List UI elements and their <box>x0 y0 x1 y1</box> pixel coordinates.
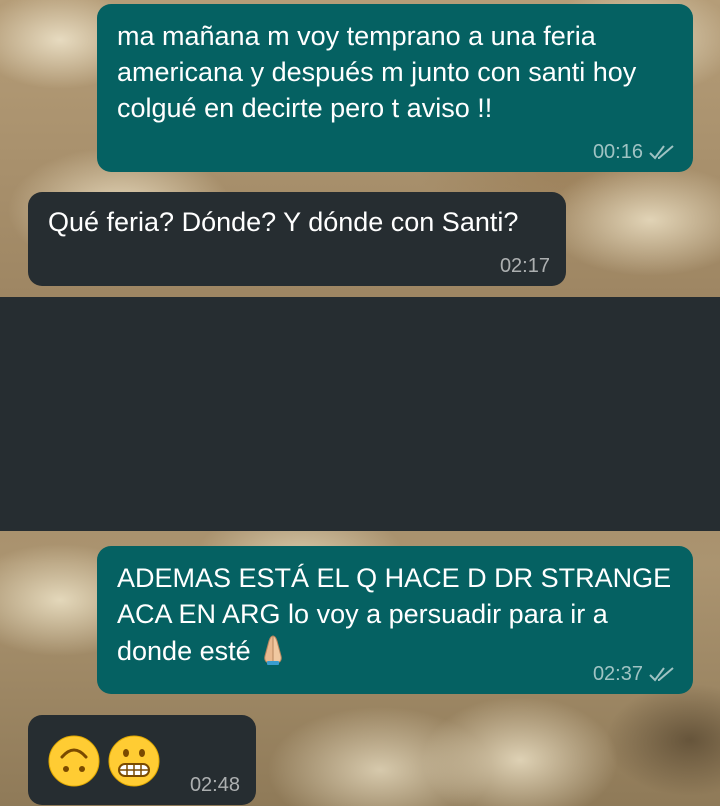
double-check-icon <box>649 145 674 160</box>
message-text: ma mañana m voy temprano a una feria ame… <box>117 21 637 123</box>
message-meta: 00:16 <box>593 141 677 163</box>
message-text: Qué feria? Dónde? Y dónde con Santi? <box>48 207 519 237</box>
message-bubble-incoming[interactable]: 02:48 <box>28 715 256 805</box>
message-bubble-outgoing[interactable]: ADEMAS ESTÁ EL Q HACE D DR STRANGE ACA E… <box>97 546 693 694</box>
message-time: 02:17 <box>499 255 550 277</box>
message-meta: 02:17 <box>500 255 550 277</box>
message-time: 00:16 <box>592 141 643 163</box>
message-meta: 02:48 <box>190 774 240 796</box>
message-time: 02:48 <box>189 774 240 796</box>
message-meta: 02:37 <box>593 663 677 685</box>
message-bubble-outgoing[interactable]: ma mañana m voy temprano a una feria ame… <box>97 4 693 172</box>
message-time: 02:37 <box>592 663 643 685</box>
emoji-group <box>48 735 160 787</box>
upside-down-face-emoji <box>48 735 100 787</box>
message-bubble-incoming[interactable]: Qué feria? Dónde? Y dónde con Santi? 02:… <box>28 192 566 286</box>
double-check-icon <box>649 667 674 682</box>
redacted-area <box>0 297 720 531</box>
message-text: ADEMAS ESTÁ EL Q HACE D DR STRANGE ACA E… <box>117 560 675 669</box>
grimacing-face-emoji <box>108 735 160 787</box>
folded-hands-emoji <box>264 635 282 665</box>
message-body: ADEMAS ESTÁ EL Q HACE D DR STRANGE ACA E… <box>117 563 672 666</box>
